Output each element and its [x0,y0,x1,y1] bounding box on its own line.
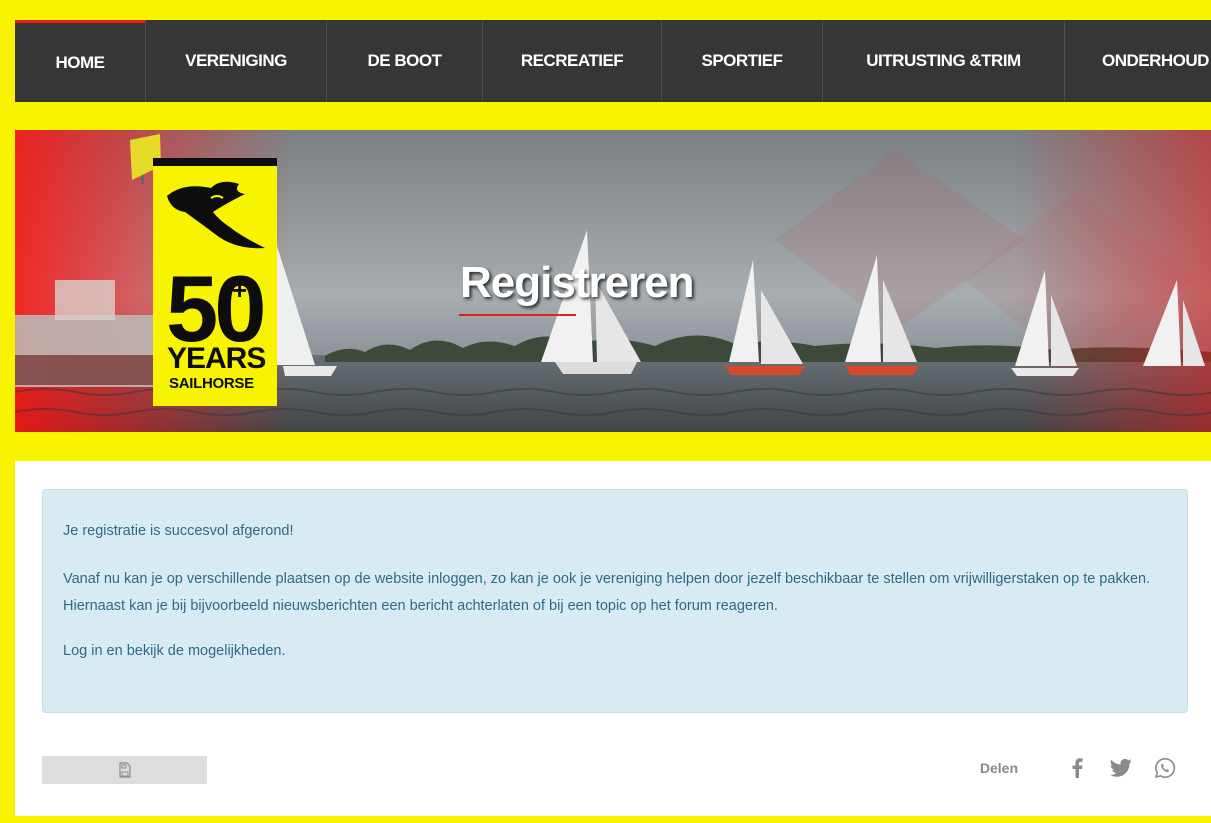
share-label: Delen [979,760,1018,776]
whatsapp-icon[interactable] [1154,757,1176,779]
nav-item-uitrusting-trim[interactable]: UITRUSTING &TRIM [823,20,1065,102]
alert-heading: Je registratie is succesvol afgerond! [63,523,294,539]
success-alert: Je registratie is succesvol afgerond! Va… [42,489,1188,713]
page-title: Registreren [460,258,695,307]
nav-item-de-boot[interactable]: DE BOOT [327,20,483,102]
main-navigation: HOME VERENIGING DE BOOT RECREATIEF SPORT… [15,20,1211,102]
alert-body: Vanaf nu kan je op verschillende plaatse… [63,571,1151,614]
nav-item-vereniging[interactable]: VERENIGING [146,20,327,102]
print-icon [118,762,131,778]
nav-item-sportief[interactable]: SPORTIEF [662,20,823,102]
facebook-icon[interactable] [1066,757,1088,779]
nav-item-recreatief[interactable]: RECREATIEF [483,20,662,102]
nav-item-home[interactable]: HOME [15,20,146,102]
nav-item-onderhoud[interactable]: ONDERHOUD [1065,20,1211,102]
logo-years: YEARS [167,342,266,375]
alert-login-hint: Log in en bekijk de mogelijkheden. [63,643,286,659]
print-button[interactable] [42,756,207,784]
share-bar: Delen [980,757,1176,779]
twitter-icon[interactable] [1110,757,1132,779]
content-card: Je registratie is succesvol afgerond! Va… [15,461,1211,816]
title-underline [459,314,576,316]
logo-brand: SAILHORSE [169,375,254,392]
logo-plus: + [232,275,248,305]
hero-banner: 50 + YEARS SAILHORSE Registreren [15,130,1211,432]
